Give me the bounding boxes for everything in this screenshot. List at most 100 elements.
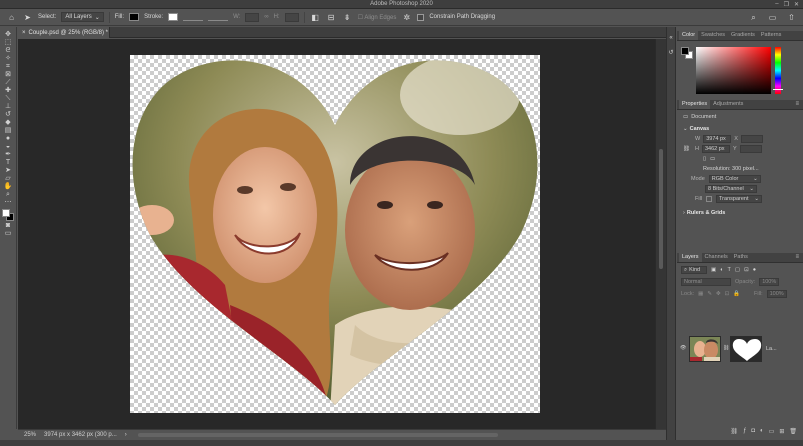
layer-name[interactable]: La... bbox=[766, 346, 777, 352]
status-chevron-icon[interactable]: › bbox=[125, 432, 127, 438]
mode-dropdown[interactable]: RGB Color ⌄ bbox=[708, 175, 761, 183]
stroke-type-dropdown[interactable] bbox=[208, 13, 229, 21]
opacity-field[interactable]: 100% bbox=[759, 278, 780, 286]
panel-menu-icon[interactable]: ≡ bbox=[795, 101, 799, 107]
type-tool-icon[interactable]: T bbox=[3, 159, 14, 166]
portrait-icon[interactable]: ▯ bbox=[703, 156, 706, 162]
lock-pixels-icon[interactable]: ✎ bbox=[707, 291, 712, 297]
path-selection-tool-icon[interactable]: ➤ bbox=[3, 167, 14, 174]
search-icon[interactable]: ⌕ bbox=[748, 12, 759, 23]
filter-toggle-icon[interactable]: ● bbox=[753, 267, 756, 273]
zoom-tool-icon[interactable]: ⌕ bbox=[3, 191, 14, 198]
constrain-path-checkbox[interactable] bbox=[417, 13, 425, 21]
fill-dropdown[interactable]: Transparent ⌄ bbox=[716, 195, 763, 203]
move-tool-icon[interactable]: ✥ bbox=[3, 31, 14, 38]
tab-properties[interactable]: Properties bbox=[679, 100, 711, 109]
blend-mode-dropdown[interactable]: Normal bbox=[681, 278, 731, 286]
dodge-tool-icon[interactable]: ◒ bbox=[3, 143, 14, 150]
filter-pixel-icon[interactable]: ▣ bbox=[711, 267, 716, 273]
path-alignment-icon[interactable]: ⊟ bbox=[326, 12, 337, 23]
lock-artboard-icon[interactable]: ⊡ bbox=[725, 291, 730, 297]
kind-filter-dropdown[interactable]: ⌕ Kind bbox=[681, 266, 707, 274]
filter-type-icon[interactable]: T bbox=[728, 267, 731, 273]
trash-icon[interactable]: 🗑 bbox=[789, 428, 797, 438]
path-operations-icon[interactable]: ◧ bbox=[310, 12, 321, 23]
marquee-tool-icon[interactable]: ⬚ bbox=[3, 39, 14, 46]
frame-tool-icon[interactable]: ⊠ bbox=[3, 71, 14, 78]
brush-tool-icon[interactable]: ⟍ bbox=[3, 95, 14, 102]
visibility-eye-icon[interactable]: 👁 bbox=[680, 345, 686, 351]
document-canvas[interactable] bbox=[130, 55, 540, 413]
shape-tool-icon[interactable]: ▱ bbox=[3, 175, 14, 182]
path-arrangement-icon[interactable]: ⇟ bbox=[342, 12, 353, 23]
width-field[interactable]: 3974 px bbox=[703, 135, 732, 143]
tab-channels[interactable]: Channels bbox=[702, 253, 731, 262]
panel-menu-icon[interactable]: ≡ bbox=[795, 254, 799, 260]
landscape-icon[interactable]: ▭ bbox=[710, 156, 715, 162]
history-panel-icon[interactable]: ↺ bbox=[668, 49, 673, 56]
screen-mode-icon[interactable]: ▭ bbox=[3, 230, 14, 237]
new-layer-icon[interactable]: ⊞ bbox=[779, 428, 784, 438]
gradient-tool-icon[interactable]: ▤ bbox=[3, 127, 14, 134]
close-icon[interactable]: × bbox=[22, 30, 26, 36]
document-info[interactable]: 3974 px x 3462 px (300 p... bbox=[44, 432, 117, 438]
tab-swatches[interactable]: Swatches bbox=[698, 31, 728, 40]
x-field[interactable] bbox=[740, 135, 763, 143]
width-field[interactable] bbox=[245, 12, 260, 22]
add-mask-icon[interactable]: ◘ bbox=[751, 428, 755, 438]
lock-position-icon[interactable]: ✥ bbox=[716, 291, 721, 297]
rulers-section-header[interactable]: › Rulers & Grids bbox=[677, 208, 803, 218]
hue-slider[interactable] bbox=[773, 47, 783, 94]
link-layers-icon[interactable]: ⛓ bbox=[730, 428, 738, 438]
filter-smart-icon[interactable]: ⊡ bbox=[744, 267, 749, 273]
eraser-tool-icon[interactable]: ◆ bbox=[3, 119, 14, 126]
canvas-area[interactable] bbox=[18, 39, 655, 429]
new-group-icon[interactable]: ▭ bbox=[769, 428, 775, 438]
stroke-width-field[interactable] bbox=[183, 13, 204, 21]
color-swatches[interactable] bbox=[2, 209, 14, 221]
link-icon[interactable]: ⛓ bbox=[683, 146, 692, 152]
hue-marker[interactable] bbox=[773, 89, 783, 90]
layer-row[interactable]: 👁 ⛓ La... bbox=[677, 333, 803, 363]
healing-brush-tool-icon[interactable]: ✚ bbox=[3, 87, 14, 94]
path-selection-icon[interactable]: ➤ bbox=[22, 12, 33, 23]
fill-swatch[interactable] bbox=[129, 13, 140, 21]
lasso-tool-icon[interactable]: ᘓ bbox=[3, 47, 14, 54]
bit-depth-dropdown[interactable]: 8 Bits/Channel ⌄ bbox=[705, 185, 757, 193]
history-brush-tool-icon[interactable]: ↺ bbox=[3, 111, 14, 118]
blur-tool-icon[interactable]: ● bbox=[3, 135, 14, 142]
filter-shape-icon[interactable]: ▢ bbox=[735, 267, 740, 273]
close-button[interactable]: ✕ bbox=[794, 1, 799, 8]
lock-transparency-icon[interactable]: ▦ bbox=[698, 291, 703, 297]
fill-field[interactable]: 100% bbox=[766, 290, 787, 298]
hand-tool-icon[interactable]: ✋ bbox=[3, 183, 14, 190]
color-panel-swatches[interactable] bbox=[681, 47, 693, 59]
foreground-color[interactable] bbox=[681, 47, 689, 55]
select-dropdown[interactable]: All Layers ⌄ bbox=[61, 12, 104, 22]
tab-gradients[interactable]: Gradients bbox=[728, 31, 758, 40]
height-field[interactable]: 3462 px bbox=[701, 145, 730, 153]
tab-color[interactable]: Color bbox=[679, 31, 699, 40]
layer-mask-thumbnail[interactable] bbox=[730, 336, 762, 362]
tab-adjustments[interactable]: Adjustments bbox=[710, 100, 746, 109]
fx-icon[interactable]: ƒ bbox=[743, 428, 746, 438]
tab-paths[interactable]: Paths bbox=[731, 253, 751, 262]
canvas-section-header[interactable]: ⌄ Canvas bbox=[677, 124, 803, 134]
magic-wand-tool-icon[interactable]: ✧ bbox=[3, 55, 14, 62]
vertical-scrollbar[interactable] bbox=[655, 39, 666, 429]
link-icon[interactable]: ∞ bbox=[264, 14, 268, 20]
mask-link-icon[interactable]: ⛓ bbox=[723, 345, 729, 351]
tab-patterns[interactable]: Patterns bbox=[758, 31, 784, 40]
adjustment-layer-icon[interactable]: ◐ bbox=[760, 428, 764, 438]
filter-adjustment-icon[interactable]: ◐ bbox=[720, 267, 723, 273]
minimize-button[interactable]: – bbox=[775, 1, 778, 8]
share-icon[interactable]: ⇧ bbox=[786, 12, 797, 23]
y-field[interactable] bbox=[739, 145, 762, 153]
workspace-icon[interactable]: ▭ bbox=[767, 12, 778, 23]
lock-all-icon[interactable]: 🔒 bbox=[733, 291, 740, 297]
color-picker-field[interactable] bbox=[696, 47, 771, 94]
stroke-swatch[interactable] bbox=[168, 13, 179, 21]
collapse-panels-icon[interactable]: « bbox=[669, 35, 672, 41]
more-tools-icon[interactable]: ⋯ bbox=[3, 199, 14, 206]
clone-stamp-tool-icon[interactable]: ⊥ bbox=[3, 103, 14, 110]
